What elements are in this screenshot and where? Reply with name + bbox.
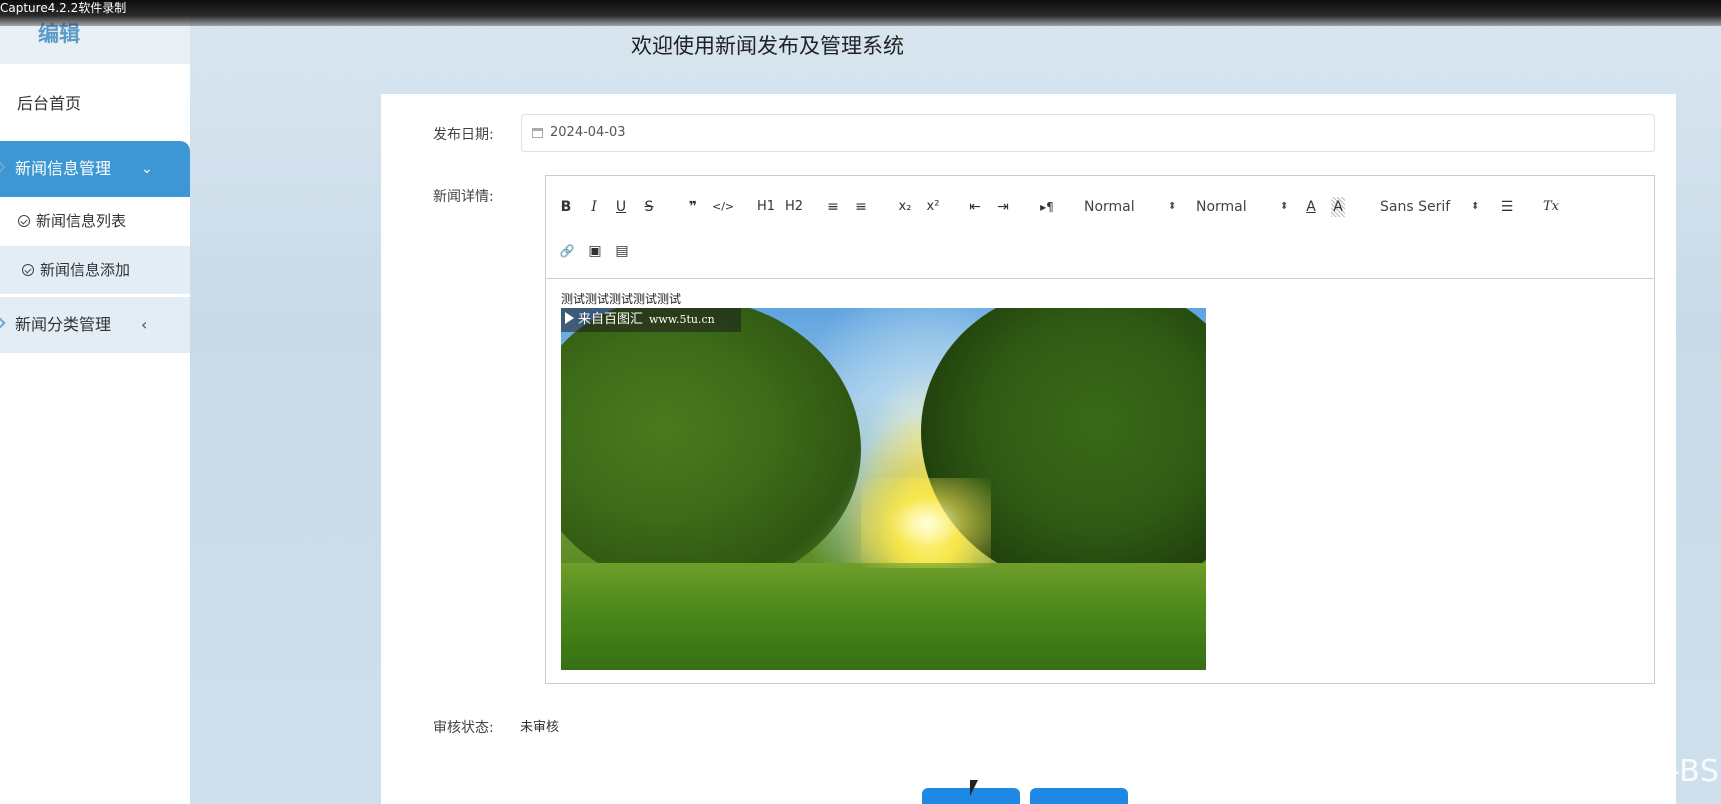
header-select[interactable]: Normal ⬍ [1196, 197, 1294, 217]
detail-label: 新闻详情: [433, 189, 494, 205]
sidebar-subitem-news-list[interactable]: 新闻信息列表 [0, 197, 190, 245]
chevron-down-icon: ⌄ [141, 161, 153, 177]
status-label: 审核状态: [433, 720, 494, 736]
bullet-list-button[interactable]: ≡ [853, 197, 869, 217]
sidebar-item-label: 新闻信息管理 [15, 159, 112, 178]
watermark-site: www.5tu.cn [649, 313, 715, 326]
date-label: 发布日期: [433, 127, 494, 143]
font-select-value: Sans Serif [1380, 199, 1451, 215]
recording-label: Capture4.2.2软件录制 [0, 1, 127, 15]
underline-button[interactable]: U [614, 197, 628, 217]
sidebar-subitem-label: 新闻信息列表 [36, 212, 127, 230]
cancel-button[interactable]: 取消 [1030, 788, 1128, 804]
italic-button[interactable]: I [587, 197, 601, 217]
image-button[interactable]: ▣ [587, 241, 603, 261]
clean-format-button[interactable]: Tx [1542, 197, 1560, 217]
sidebar-subitem-news-add[interactable]: 新闻信息添加 [0, 246, 190, 294]
size-select-value: Normal [1084, 199, 1135, 215]
blockquote-button[interactable]: ❞ [685, 197, 701, 217]
image-sun-glow [861, 478, 991, 568]
select-arrows-icon: ⬍ [1168, 201, 1177, 212]
active-marker-icon [0, 161, 6, 173]
editor-toolbar: B I U S ❞ </> H1 H2 ≡ ≡ x₂ x² ⇤ ⇥ ▸¶ Nor… [546, 176, 1654, 279]
sidebar-item-home[interactable]: 后台首页 [0, 86, 190, 122]
ordered-list-button[interactable]: ≡ [825, 197, 841, 217]
subscript-button[interactable]: x₂ [896, 197, 914, 217]
sidebar-item-category-management[interactable]: 新闻分类管理 ‹ [0, 297, 190, 353]
date-field[interactable]: 2024-04-03 [521, 114, 1655, 152]
font-color-button[interactable]: A [1304, 197, 1318, 217]
sidebar-item-news-management[interactable]: 新闻信息管理 ⌄ [0, 141, 190, 197]
link-button[interactable]: 🔗 [559, 241, 575, 261]
image-watermark: 来自百图汇 www.5tu.cn [561, 308, 741, 332]
content-text: 测试测试测试测试测试 [561, 292, 682, 306]
calendar-icon [532, 128, 543, 138]
superscript-button[interactable]: x² [924, 197, 942, 217]
image-ground [561, 563, 1206, 670]
editor-content[interactable]: 测试测试测试测试测试 来自百图汇 www.5tu.cn [546, 280, 1654, 684]
code-block-button[interactable]: </> [712, 197, 734, 217]
collapsed-marker-icon [0, 317, 6, 329]
status-value: 未审核 [520, 720, 560, 735]
forest-sunlight-image: 来自百图汇 www.5tu.cn [561, 308, 1206, 670]
chevron-left-icon: ‹ [141, 315, 148, 334]
select-arrows-icon: ⬍ [1280, 201, 1289, 212]
bold-button[interactable]: B [559, 197, 573, 217]
date-value: 2024-04-03 [550, 125, 626, 140]
watermark-text: 来自百图汇 [578, 312, 644, 327]
size-select[interactable]: Normal ⬍ [1084, 197, 1182, 217]
sidebar-subitem-label: 新闻信息添加 [40, 261, 131, 279]
background-color-button[interactable]: A [1331, 197, 1345, 217]
check-circle-icon [18, 215, 30, 227]
header1-button[interactable]: H1 [755, 197, 777, 217]
sidebar: 编辑 后台首页 新闻信息管理 ⌄ 新闻信息列表 新闻信息添加 新闻分类管理 ‹ [0, 0, 190, 804]
mouse-cursor-icon [970, 780, 978, 796]
video-button[interactable]: ▤ [614, 241, 630, 261]
text-direction-button[interactable]: ▸¶ [1038, 197, 1056, 217]
sidebar-item-label: 新闻分类管理 [15, 315, 112, 334]
image-trees-left [561, 308, 861, 588]
outdent-button[interactable]: ⇤ [967, 197, 983, 217]
indent-button[interactable]: ⇥ [995, 197, 1011, 217]
align-button[interactable]: ☰ [1499, 197, 1515, 217]
header2-button[interactable]: H2 [783, 197, 805, 217]
header-select-value: Normal [1196, 199, 1247, 215]
csdn-watermark: CSDN @81330-BS [1443, 754, 1720, 789]
play-icon [565, 312, 574, 324]
recording-bar: Capture4.2.2软件录制 [0, 0, 1721, 26]
strike-button[interactable]: S [642, 197, 656, 217]
font-select[interactable]: Sans Serif ⬍ [1380, 197, 1484, 217]
page-title: 欢迎使用新闻发布及管理系统 [631, 34, 904, 58]
select-arrows-icon: ⬍ [1471, 201, 1480, 212]
rich-text-editor: B I U S ❞ </> H1 H2 ≡ ≡ x₂ x² ⇤ ⇥ ▸¶ Nor… [545, 175, 1655, 684]
check-circle-icon [22, 264, 34, 276]
